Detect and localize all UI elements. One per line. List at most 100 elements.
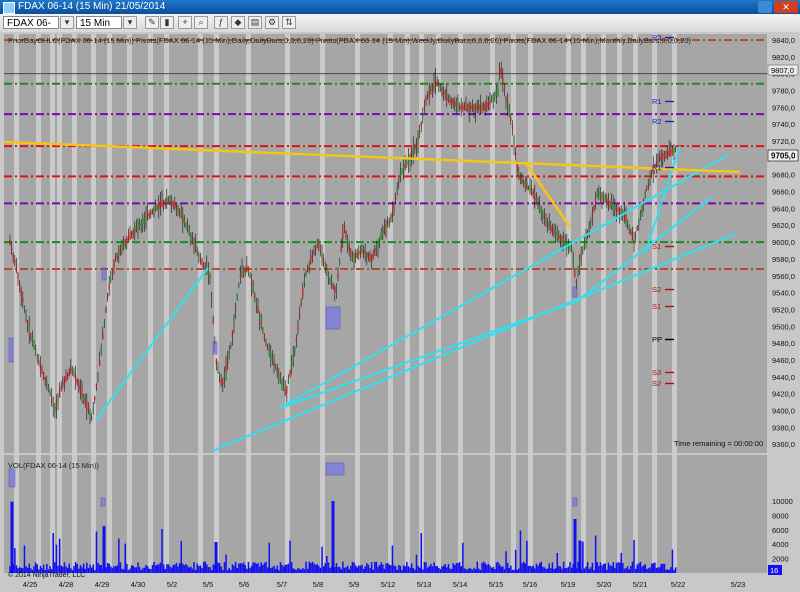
price-bar bbox=[635, 232, 637, 238]
volume-bar bbox=[513, 569, 515, 573]
price-bar bbox=[430, 89, 432, 93]
price-bar bbox=[83, 394, 85, 401]
volume-bar bbox=[95, 531, 98, 573]
volume-bar bbox=[366, 563, 368, 573]
price-bar bbox=[297, 325, 299, 331]
price-bar bbox=[155, 205, 157, 211]
volume-bar bbox=[271, 567, 274, 573]
volume-bar bbox=[252, 562, 254, 573]
price-axis-label: 9640,0 bbox=[772, 204, 795, 213]
volume-bar bbox=[337, 566, 339, 573]
volume-bar bbox=[508, 568, 510, 573]
price-bar bbox=[644, 191, 646, 198]
volume-bar bbox=[564, 568, 566, 573]
interval-selector[interactable]: 15 Min bbox=[76, 16, 122, 29]
price-bar bbox=[190, 232, 192, 239]
price-bar bbox=[571, 247, 573, 253]
volume-bar bbox=[535, 563, 538, 573]
price-bar bbox=[271, 357, 273, 362]
instrument-dropdown-icon[interactable]: ▾ bbox=[60, 16, 74, 29]
price-bar bbox=[422, 113, 424, 119]
volume-bar bbox=[87, 568, 90, 573]
price-bar bbox=[84, 398, 86, 405]
price-bar bbox=[444, 92, 446, 98]
window-title: FDAX 06-14 (15 Min) 21/05/2014 bbox=[18, 1, 166, 12]
price-bar bbox=[185, 223, 187, 228]
zoom-icon[interactable]: ⌕ bbox=[194, 16, 208, 29]
volume-bar bbox=[129, 568, 131, 573]
volume-bar bbox=[500, 566, 502, 573]
price-bar bbox=[388, 219, 390, 224]
last-volume-value: 16 bbox=[770, 566, 778, 575]
price-bar bbox=[163, 200, 165, 206]
volume-bar bbox=[414, 569, 416, 573]
volume-bar bbox=[398, 564, 400, 573]
price-bar bbox=[91, 416, 93, 420]
interval-dropdown-icon[interactable]: ▾ bbox=[123, 16, 137, 29]
price-bar bbox=[65, 375, 67, 381]
indicators-icon[interactable]: ƒ bbox=[214, 16, 228, 29]
volume-bar bbox=[308, 561, 310, 573]
price-bar bbox=[577, 269, 579, 274]
chart-toolbar: FDAX 06-14 ▾ 15 Min ▾ ✎ ▮ + ⌕ ƒ ◆ ▤ ⚙ ⇅ bbox=[0, 14, 800, 42]
last-volume-badge: 16 bbox=[768, 565, 782, 575]
price-bar bbox=[166, 197, 168, 205]
price-bar bbox=[30, 332, 32, 339]
price-bar bbox=[366, 252, 368, 258]
time-axis-label: 5/13 bbox=[417, 580, 432, 589]
price-bar bbox=[57, 396, 59, 403]
price-bar bbox=[319, 248, 321, 252]
volume-bar bbox=[644, 564, 646, 573]
price-bar bbox=[219, 373, 221, 377]
chart-trader-icon[interactable]: ⇅ bbox=[282, 16, 296, 29]
price-bar bbox=[180, 211, 182, 219]
price-bar bbox=[606, 198, 608, 203]
volume-bar bbox=[394, 566, 397, 573]
price-bar bbox=[134, 228, 136, 235]
volume-bar bbox=[359, 565, 362, 573]
volume-bar bbox=[540, 561, 542, 573]
volume-bar bbox=[543, 567, 546, 573]
strategy-icon[interactable]: ◆ bbox=[231, 16, 245, 29]
price-bar bbox=[327, 274, 329, 280]
price-chart[interactable]: 9840,09820,09800,09780,09760,09740,09720… bbox=[0, 32, 800, 592]
volume-bar bbox=[383, 568, 386, 573]
volume-bar bbox=[174, 564, 176, 573]
price-bar bbox=[427, 94, 429, 98]
price-bar bbox=[121, 243, 123, 251]
price-bar bbox=[364, 249, 366, 257]
price-bar bbox=[383, 226, 385, 234]
price-bar bbox=[243, 270, 245, 274]
price-bar bbox=[675, 147, 677, 152]
volume-bar bbox=[606, 569, 608, 573]
price-bar bbox=[172, 202, 174, 207]
volume-bar bbox=[356, 567, 358, 573]
volume-bar bbox=[393, 565, 395, 573]
price-bar bbox=[326, 270, 328, 274]
properties-icon[interactable]: ⚙ bbox=[265, 16, 279, 29]
price-bar bbox=[110, 276, 112, 282]
price-bar bbox=[337, 273, 339, 278]
data-box-icon[interactable]: ▤ bbox=[248, 16, 262, 29]
maximize-button[interactable] bbox=[758, 1, 772, 13]
volume-bar bbox=[150, 569, 152, 573]
price-bar bbox=[177, 205, 179, 211]
volume-bar bbox=[623, 568, 626, 573]
price-bar bbox=[339, 260, 341, 265]
crosshair-icon[interactable]: + bbox=[178, 16, 192, 29]
volume-bar bbox=[287, 563, 290, 573]
volume-bar bbox=[622, 562, 624, 573]
close-button[interactable]: ✕ bbox=[774, 1, 798, 13]
draw-tool-icon[interactable]: ✎ bbox=[145, 16, 159, 29]
time-axis-label: 5/20 bbox=[597, 580, 612, 589]
price-bar bbox=[438, 84, 440, 88]
volume-bar bbox=[628, 569, 630, 573]
bar-type-icon[interactable]: ▮ bbox=[160, 16, 174, 29]
volume-bar bbox=[351, 561, 354, 573]
price-bar bbox=[415, 141, 417, 148]
price-bar bbox=[446, 93, 448, 102]
instrument-selector[interactable]: FDAX 06-14 bbox=[3, 16, 59, 42]
price-bar bbox=[17, 273, 19, 278]
price-bar bbox=[425, 97, 427, 101]
volume-bar bbox=[161, 529, 163, 573]
